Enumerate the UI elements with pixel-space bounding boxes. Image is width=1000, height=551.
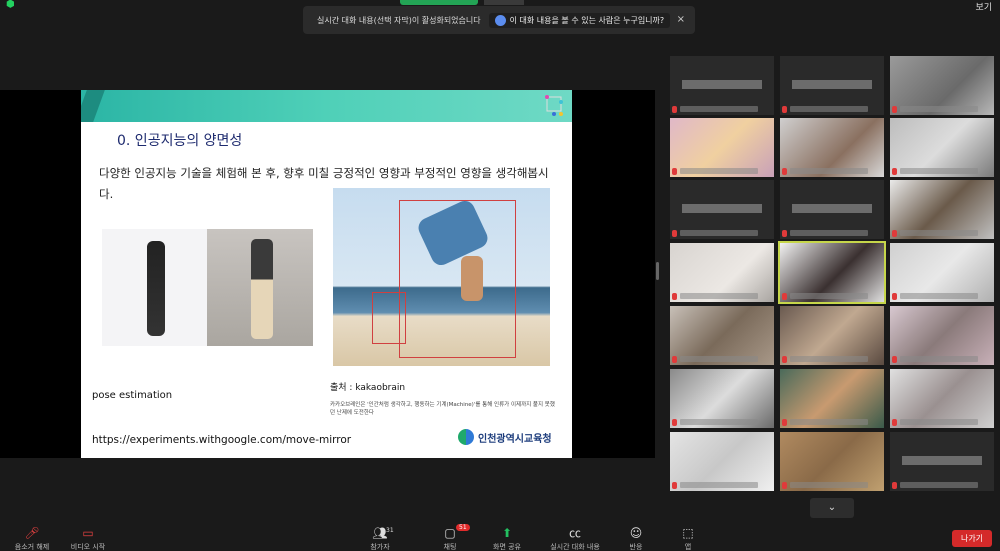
beach-cartwheel-image bbox=[333, 188, 550, 366]
leave-button[interactable]: 나가기 bbox=[952, 530, 992, 547]
video-off-icon: ▭ bbox=[82, 526, 94, 540]
participant-tile[interactable] bbox=[890, 180, 994, 239]
chat-icon: ▢ bbox=[444, 526, 456, 540]
circuit-decoration-icon bbox=[545, 95, 563, 116]
person-icon bbox=[494, 14, 506, 26]
participant-tile[interactable] bbox=[670, 243, 774, 302]
source-note: 카카오브레인은 '인간처럼 생각하고, 행동하는 기계(Machine)'를 통… bbox=[330, 402, 555, 416]
participants-button[interactable]: 👥︎ 31 참가자 bbox=[350, 526, 410, 551]
participant-tile[interactable] bbox=[670, 432, 774, 491]
participant-tile[interactable] bbox=[890, 306, 994, 365]
captions-banner: 실시간 대화 내용(선택 자막)이 활성화되었습니다 이 대화 내용을 볼 수 … bbox=[303, 6, 695, 34]
apps-button[interactable]: ⬚ 앱 bbox=[658, 526, 718, 551]
participant-gallery bbox=[670, 56, 994, 491]
source-caption: 출처 : kakaobrain bbox=[330, 383, 406, 393]
organization-name: 인천광역시교육청 bbox=[478, 433, 552, 445]
participant-tile[interactable] bbox=[670, 306, 774, 365]
org-emblem-icon bbox=[458, 429, 474, 445]
shared-screen: 0. 인공지능의 양면성 다양한 인공지능 기술을 체험해 본 후, 향후 미칠… bbox=[0, 90, 655, 458]
view-button[interactable]: 보기 bbox=[975, 0, 992, 13]
participant-tile[interactable] bbox=[670, 118, 774, 177]
participant-tile[interactable] bbox=[670, 369, 774, 428]
gallery-next-page-button[interactable]: ⌄ bbox=[810, 498, 854, 518]
cc-icon: ㏄ bbox=[568, 526, 581, 540]
participant-tile[interactable] bbox=[890, 369, 994, 428]
participant-tile[interactable] bbox=[670, 56, 774, 115]
meeting-window: ⬢ 보기 실시간 대화 내용(선택 자막)이 활성화되었습니다 이 대화 내용을… bbox=[0, 0, 1000, 551]
captions-visibility-link[interactable]: 이 대화 내용을 볼 수 있는 사람은 누구입니까? bbox=[488, 12, 671, 28]
view-options-bar[interactable] bbox=[484, 0, 524, 5]
pose-estimation-image-man bbox=[207, 229, 313, 346]
pose-estimation-image-woman bbox=[102, 229, 207, 346]
participant-tile[interactable] bbox=[890, 118, 994, 177]
security-shield-icon[interactable]: ⬢ bbox=[6, 0, 16, 10]
apps-icon: ⬚ bbox=[682, 526, 694, 540]
detection-box bbox=[372, 292, 406, 344]
captions-banner-message: 실시간 대화 내용(선택 자막)이 활성화되었습니다 bbox=[317, 15, 481, 25]
participant-tile[interactable] bbox=[780, 118, 884, 177]
meeting-toolbar: 🎤︎ 음소거 해제 ▭ 비디오 시작 👥︎ 31 참가자 ▢ 51 채팅 ⬆ 화… bbox=[0, 520, 1000, 551]
participant-tile[interactable] bbox=[890, 243, 994, 302]
unmute-button[interactable]: 🎤︎ 음소거 해제 bbox=[2, 526, 62, 551]
close-icon[interactable]: × bbox=[677, 14, 685, 25]
microphone-muted-icon: 🎤︎ bbox=[24, 526, 40, 540]
participant-tile[interactable] bbox=[780, 369, 884, 428]
slide-title: 0. 인공지능의 양면성 bbox=[117, 133, 243, 149]
participant-count: 31 bbox=[386, 527, 394, 534]
participant-tile[interactable] bbox=[780, 306, 884, 365]
participant-tile[interactable] bbox=[780, 180, 884, 239]
share-screen-button[interactable]: ⬆ 화면 공유 bbox=[477, 526, 537, 551]
live-transcript-button[interactable]: ㏄ 실시간 대화 내용 bbox=[545, 526, 605, 551]
participant-tile-speaking[interactable] bbox=[778, 241, 886, 304]
presentation-slide: 0. 인공지능의 양면성 다양한 인공지능 기술을 체험해 본 후, 향후 미칠… bbox=[81, 90, 572, 458]
panel-resize-handle[interactable] bbox=[656, 262, 659, 280]
participant-tile[interactable] bbox=[890, 56, 994, 115]
participant-tile[interactable] bbox=[780, 432, 884, 491]
reference-url: https://experiments.withgoogle.com/move-… bbox=[92, 434, 352, 446]
organization-logo: 인천광역시교육청 bbox=[458, 429, 552, 445]
detection-box bbox=[399, 200, 516, 358]
smiley-icon: ☺ bbox=[629, 526, 643, 540]
participant-tile[interactable] bbox=[890, 432, 994, 491]
share-indicator-bar[interactable] bbox=[400, 0, 478, 5]
participant-tile[interactable] bbox=[670, 180, 774, 239]
start-video-button[interactable]: ▭ 비디오 시작 bbox=[58, 526, 118, 551]
captions-visibility-text: 이 대화 내용을 볼 수 있는 사람은 누구입니까? bbox=[509, 15, 665, 25]
reactions-button[interactable]: ☺ 반응 bbox=[606, 526, 666, 551]
chat-button[interactable]: ▢ 51 채팅 bbox=[420, 524, 480, 551]
share-screen-icon: ⬆ bbox=[501, 526, 513, 540]
chat-unread-badge: 51 bbox=[456, 524, 470, 531]
slide-header-bar bbox=[81, 90, 572, 122]
participant-tile[interactable] bbox=[780, 56, 884, 115]
pose-caption: pose estimation bbox=[92, 390, 173, 401]
